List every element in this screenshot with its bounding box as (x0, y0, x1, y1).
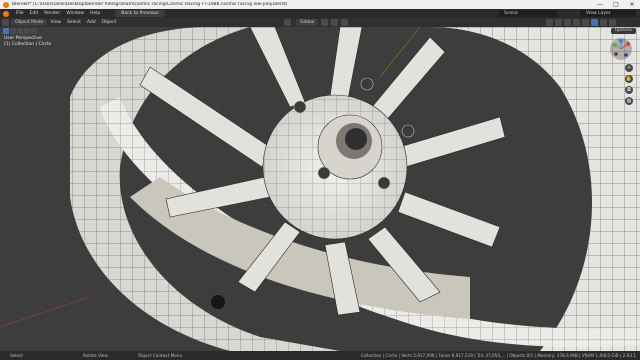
grid-toggle-icon[interactable]: ▦ (625, 97, 633, 105)
menu-help[interactable]: Help (87, 11, 103, 16)
menu-view[interactable]: View (47, 20, 64, 25)
solid-shading-icon[interactable] (591, 19, 598, 26)
menu-add[interactable]: Add (84, 20, 99, 25)
menu-edit[interactable]: Edit (27, 11, 42, 16)
proportional-edit-icon[interactable] (341, 19, 349, 26)
select-mode-tools (3, 28, 37, 34)
material-shading-icon[interactable] (600, 19, 607, 26)
select-extend-icon[interactable] (10, 28, 16, 34)
overlay-icon[interactable] (564, 19, 571, 26)
menu-window[interactable]: Window (63, 11, 87, 16)
scene-selector[interactable]: Scene (498, 10, 558, 17)
status-rotate: Rotate View (82, 353, 108, 358)
scene-statistics: Collection | Circle | Verts 5,917,096 | … (360, 353, 636, 358)
window-controls: — □ ✕ (592, 0, 640, 9)
select-box-icon[interactable] (3, 28, 9, 34)
blender-logo-icon (3, 1, 9, 8)
mode-dropdown[interactable]: Object Mode (11, 19, 48, 26)
shading-controls (546, 19, 616, 26)
options-button[interactable]: Options (610, 28, 636, 34)
view-layer-label: View Layer (586, 11, 611, 16)
active-collection-label: (1) Collection | Circle (4, 42, 52, 47)
select-invert-icon[interactable] (24, 28, 30, 34)
wheel-render (0, 26, 640, 351)
select-intersect-icon[interactable] (31, 28, 37, 34)
status-select: Select (10, 353, 23, 358)
blender-menu-icon[interactable] (3, 10, 9, 17)
view-perspective-label: User Perspective (4, 36, 42, 41)
minimize-button[interactable]: — (592, 0, 608, 9)
menu-file[interactable]: File (13, 11, 27, 16)
navigation-gizmo[interactable] (610, 38, 632, 60)
menu-select[interactable]: Select (64, 20, 84, 25)
wireframe-shading-icon[interactable] (582, 19, 589, 26)
valve-hole (211, 295, 225, 309)
xray-icon[interactable] (573, 19, 580, 26)
camera-view-icon[interactable]: ◘ (625, 86, 633, 94)
gizmo-icon[interactable] (555, 19, 562, 26)
close-button[interactable]: ✕ (624, 0, 640, 9)
viewport-header: Object Mode View Select Add Object Globa… (0, 18, 640, 27)
zoom-icon[interactable]: + (625, 64, 633, 72)
visibility-icon[interactable] (546, 19, 553, 26)
editor-type-icon[interactable] (2, 19, 9, 26)
orientation-dropdown[interactable]: Global (296, 19, 319, 26)
rendered-shading-icon[interactable] (609, 19, 616, 26)
snap-icon[interactable] (331, 19, 339, 26)
select-subtract-icon[interactable] (17, 28, 23, 34)
scene-label: Scene (504, 11, 518, 16)
orientation-icon[interactable] (284, 19, 291, 26)
menu-object[interactable]: Object (99, 20, 120, 25)
3d-viewport[interactable] (0, 26, 640, 351)
menu-render[interactable]: Render (41, 11, 63, 16)
hand-pan-icon[interactable]: ✋ (625, 75, 633, 83)
pivot-icon[interactable] (321, 19, 329, 26)
back-to-previous-button[interactable]: Back to Previous (115, 10, 165, 17)
view-layer-selector[interactable]: View Layer (580, 10, 636, 17)
window-titlebar: Blender* [C:\Users\ahili\Desktop\blender… (0, 0, 640, 9)
status-bar: Select Rotate View Object Context Menu C… (0, 351, 640, 360)
transform-controls: Global (284, 19, 349, 26)
view-navigation-buttons: + ✋ ◘ ▦ (625, 64, 633, 105)
axis-gizmo-icon (612, 38, 631, 57)
top-menubar: File Edit Render Window Help Back to Pre… (0, 9, 640, 18)
status-context-menu: Object Context Menu (137, 353, 183, 358)
window-title: Blender* [C:\Users\ahili\Desktop\blender… (12, 2, 288, 7)
maximize-button[interactable]: □ (608, 0, 624, 9)
